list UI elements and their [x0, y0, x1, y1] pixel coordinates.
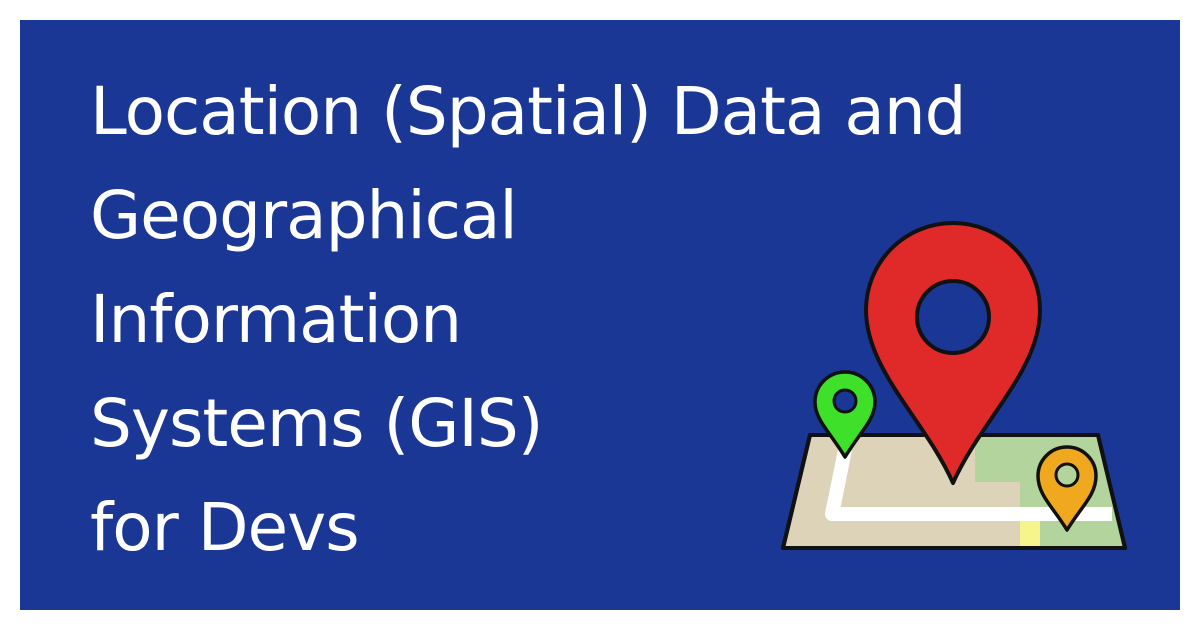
title-line-1: Location (Spatial) Data and — [90, 73, 967, 150]
banner: Location (Spatial) Data and Geographical… — [20, 20, 1180, 610]
map-illustration — [781, 221, 1127, 550]
